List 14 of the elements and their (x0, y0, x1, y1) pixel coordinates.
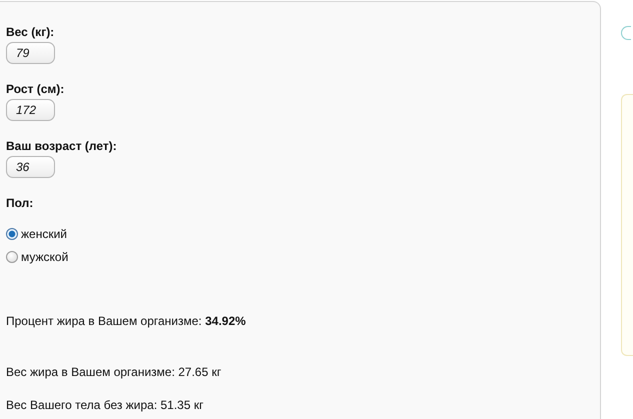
gender-label: Пол: (6, 196, 34, 211)
field-label: Рост (см): (6, 82, 66, 97)
radio-label[interactable]: мужской (21, 250, 68, 264)
input-field[interactable]: 36 (6, 156, 55, 178)
result-text: Вес жира в Вашем организме: 27.65 кг (6, 365, 222, 380)
input-field[interactable]: 172 (6, 99, 55, 121)
input-field[interactable]: 79 (6, 42, 55, 64)
radio-button[interactable] (6, 228, 18, 240)
radio-label[interactable]: женский (21, 227, 67, 241)
field-label: Ваш возраст (лет): (6, 139, 118, 154)
result-text: Процент жира в Вашем организме: 34.92% (6, 314, 247, 329)
field-label: Вес (кг): (6, 25, 56, 40)
result-text: Вес Вашего тела без жира: 51.35 кг (6, 398, 204, 413)
radio-button[interactable] (6, 251, 18, 263)
